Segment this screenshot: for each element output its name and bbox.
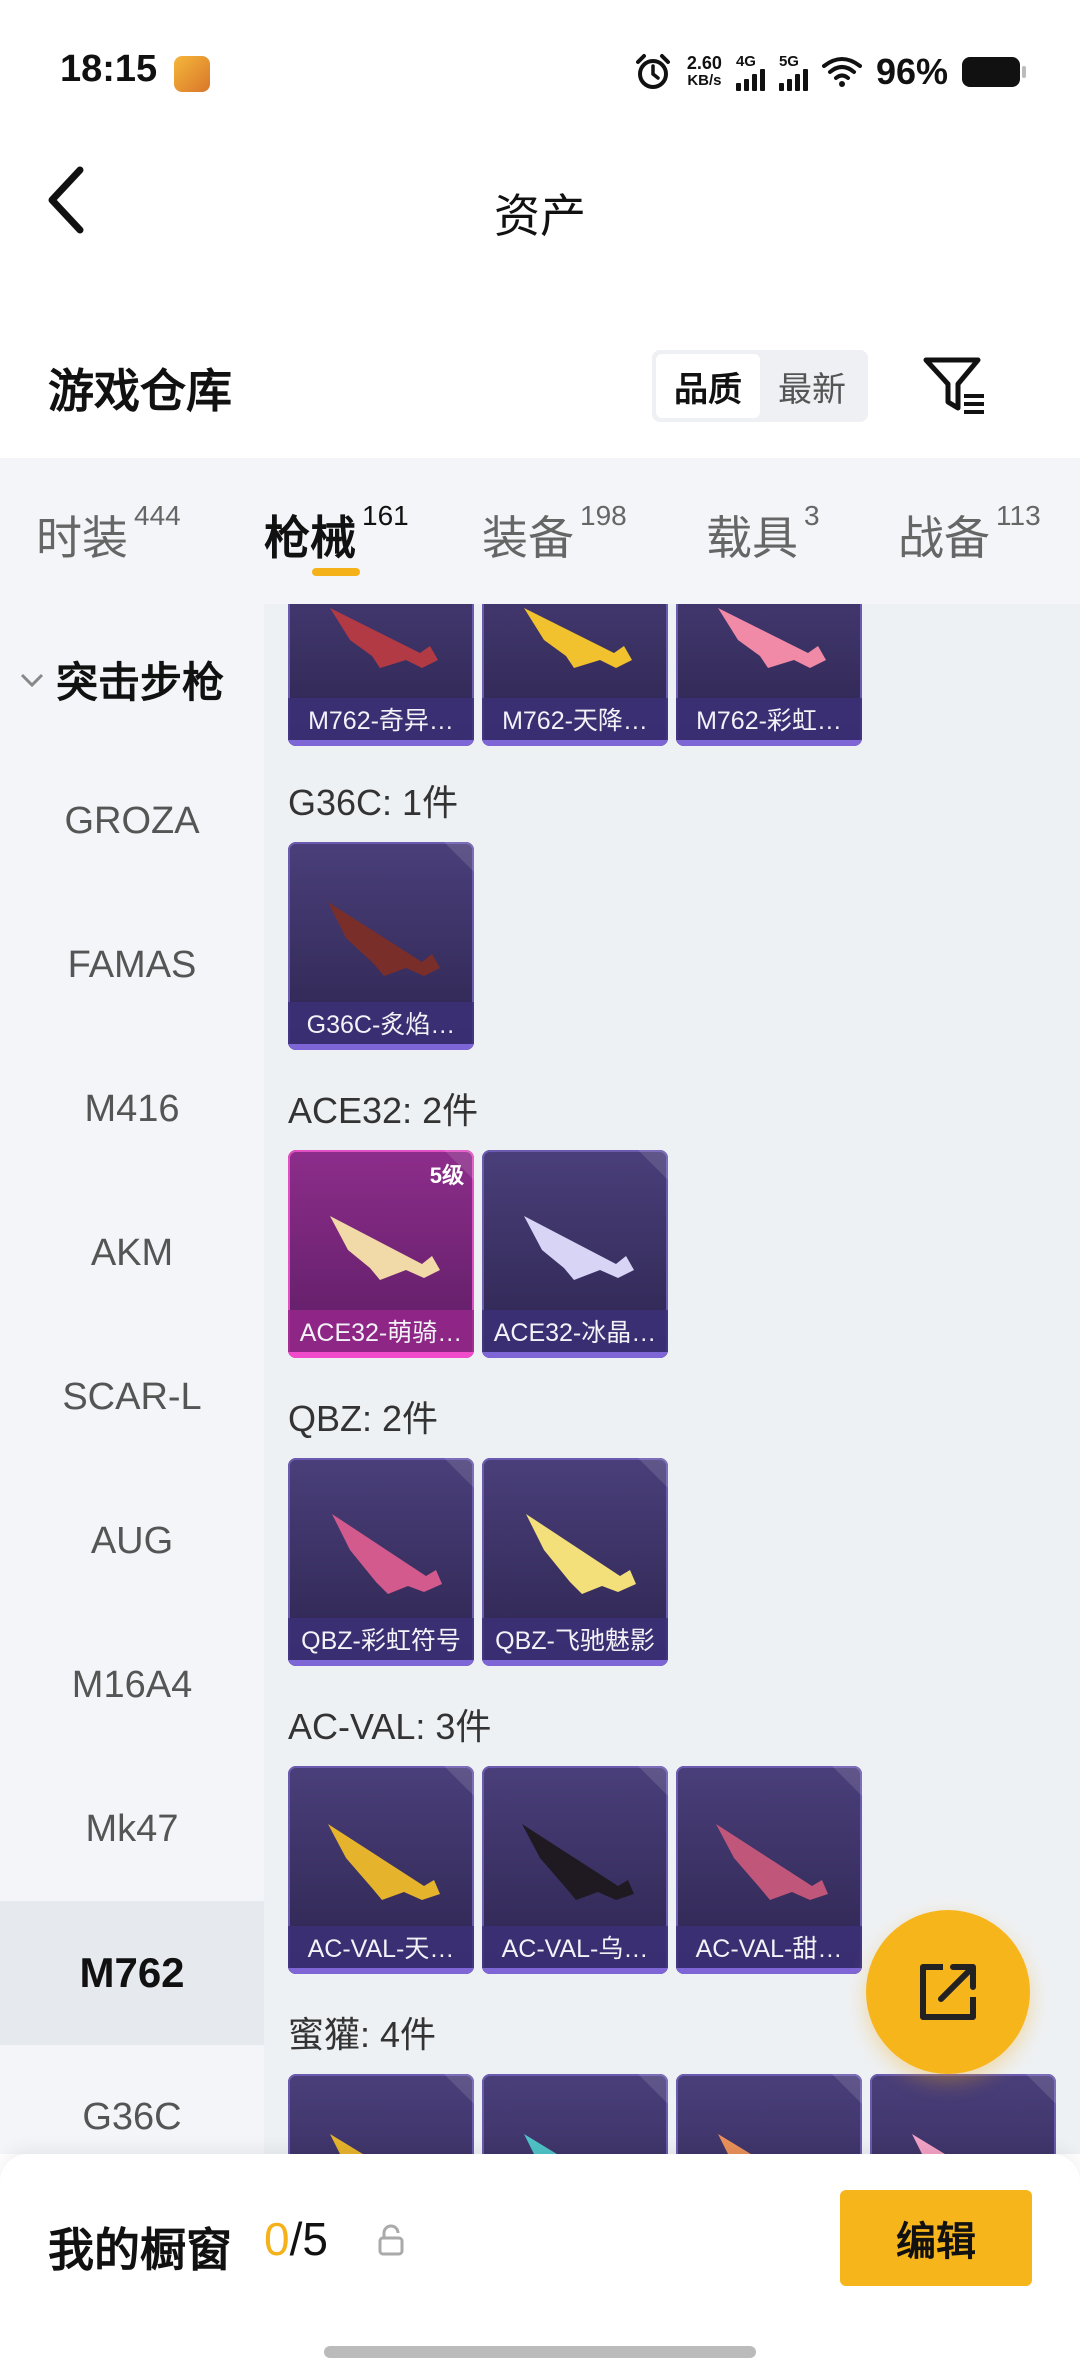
category-tabs: 时装 444 枪械 161 装备 198 载具 3 战备 113 — [0, 458, 1080, 604]
sidebar-item-groza[interactable]: GROZA — [0, 749, 264, 893]
chevron-down-icon — [20, 673, 44, 687]
skin-card[interactable] — [288, 2074, 474, 2154]
weapon-type-sidebar: 突击步枪 GROZA FAMAS M416 AKM SCAR-L AUG M16… — [0, 604, 264, 2154]
rifle-icon — [524, 2134, 557, 2154]
rifle-icon — [328, 902, 440, 976]
skin-card[interactable]: AC-VAL-天… — [288, 1766, 474, 1974]
app-notification-icon — [174, 56, 210, 92]
rifle-icon — [718, 2134, 751, 2154]
lock-icon — [378, 2224, 404, 2256]
rifle-icon — [524, 608, 632, 668]
section-label: AC-VAL: 3件 — [288, 1706, 492, 1747]
section-label: QBZ: 2件 — [288, 1398, 439, 1439]
tab-fashion[interactable]: 时装 444 — [36, 500, 181, 568]
edit-button[interactable]: 编辑 — [840, 2190, 1032, 2286]
rifle-icon — [522, 1824, 634, 1900]
tab-equipment[interactable]: 装备 198 — [482, 500, 627, 568]
sidebar-item-m762[interactable]: M762 — [0, 1901, 264, 2045]
rifle-icon — [718, 608, 826, 668]
sidebar-item-famas[interactable]: FAMAS — [0, 893, 264, 1037]
tab-weapons[interactable]: 枪械 161 — [264, 500, 409, 568]
sidebar-item-scar-l[interactable]: SCAR-L — [0, 1325, 264, 1469]
skin-card[interactable]: AC-VAL-甜… — [676, 1766, 862, 1974]
sidebar-item-mk47[interactable]: Mk47 — [0, 1757, 264, 1901]
signal-4g: 4G — [735, 54, 765, 91]
skin-card[interactable]: AC-VAL-乌… — [482, 1766, 668, 1974]
warehouse-title: 游戏仓库 — [48, 365, 232, 417]
skin-card[interactable] — [676, 2074, 862, 2154]
section-label: G36C: 1件 — [288, 782, 459, 823]
showcase-label: 我的橱窗 — [48, 2224, 232, 2276]
skin-card[interactable]: QBZ-彩虹符号 — [288, 1458, 474, 1666]
rifle-icon — [328, 1824, 440, 1900]
wifi-icon — [821, 57, 862, 87]
skin-card[interactable]: 5级 ACE32-萌骑… — [288, 1150, 474, 1358]
sort-latest-option[interactable]: 最新 — [760, 354, 864, 418]
rifle-icon — [526, 1514, 636, 1594]
home-indicator — [324, 2346, 756, 2358]
filter-icon[interactable] — [920, 352, 990, 422]
rifle-icon — [912, 2134, 945, 2154]
status-icons: 2.60 KB/s 4G 5G 96% — [633, 48, 1026, 96]
skin-card[interactable]: ACE32-冰晶… — [482, 1150, 668, 1358]
skin-card[interactable]: M762-彩虹… — [676, 604, 862, 746]
sidebar-item-g36c[interactable]: G36C — [0, 2045, 264, 2154]
sidebar-item-m16a4[interactable]: M16A4 — [0, 1613, 264, 1757]
signal-5g: 5G — [778, 54, 808, 91]
sidebar-item-aug[interactable]: AUG — [0, 1469, 264, 1613]
section-label: ACE32: 2件 — [288, 1090, 479, 1131]
battery-percent: 96% — [875, 51, 948, 92]
app-header: 资产 — [0, 130, 1080, 280]
showcase-bar: 我的橱窗 0/5 编辑 — [0, 2154, 1080, 2375]
sidebar-item-m416[interactable]: M416 — [0, 1037, 264, 1181]
skin-card[interactable]: G36C-炙焰… — [288, 842, 474, 1050]
battery-icon — [962, 57, 1026, 87]
skin-card[interactable]: M762-天降… — [482, 604, 668, 746]
sidebar-item-akm[interactable]: AKM — [0, 1181, 264, 1325]
rifle-icon — [716, 1824, 828, 1900]
page-title: 资产 — [494, 190, 586, 242]
rifle-icon — [330, 2134, 363, 2154]
showcase-count: 0/5 — [264, 2213, 328, 2265]
skin-card[interactable] — [870, 2074, 1056, 2154]
tab-supplies[interactable]: 战备 113 — [898, 500, 1041, 568]
rifle-icon — [332, 1514, 442, 1594]
status-time: 18:15 — [60, 48, 158, 90]
alarm-icon — [635, 54, 670, 89]
sidebar-category-assault-rifle[interactable]: 突击步枪 — [18, 649, 224, 710]
net-speed: 2.60 KB/s — [686, 53, 722, 89]
section-label: 蜜獾: 4件 — [288, 2014, 437, 2055]
active-tab-indicator — [312, 568, 360, 576]
skin-card[interactable]: M762-奇异… — [288, 604, 474, 746]
share-icon — [920, 1964, 976, 2020]
rifle-icon — [524, 1216, 634, 1280]
share-button[interactable] — [866, 1910, 1030, 2074]
skin-card[interactable] — [482, 2074, 668, 2154]
status-bar: 18:15 2.60 KB/s 4G 5G 96% — [0, 0, 1080, 130]
rifle-icon — [330, 1216, 440, 1280]
rifle-icon — [330, 608, 438, 668]
sort-quality-option[interactable]: 品质 — [656, 354, 760, 418]
sort-toggle: 品质 最新 — [652, 350, 868, 422]
skin-card[interactable]: QBZ-飞驰魅影 — [482, 1458, 668, 1666]
tab-vehicles[interactable]: 载具 3 — [706, 500, 820, 568]
